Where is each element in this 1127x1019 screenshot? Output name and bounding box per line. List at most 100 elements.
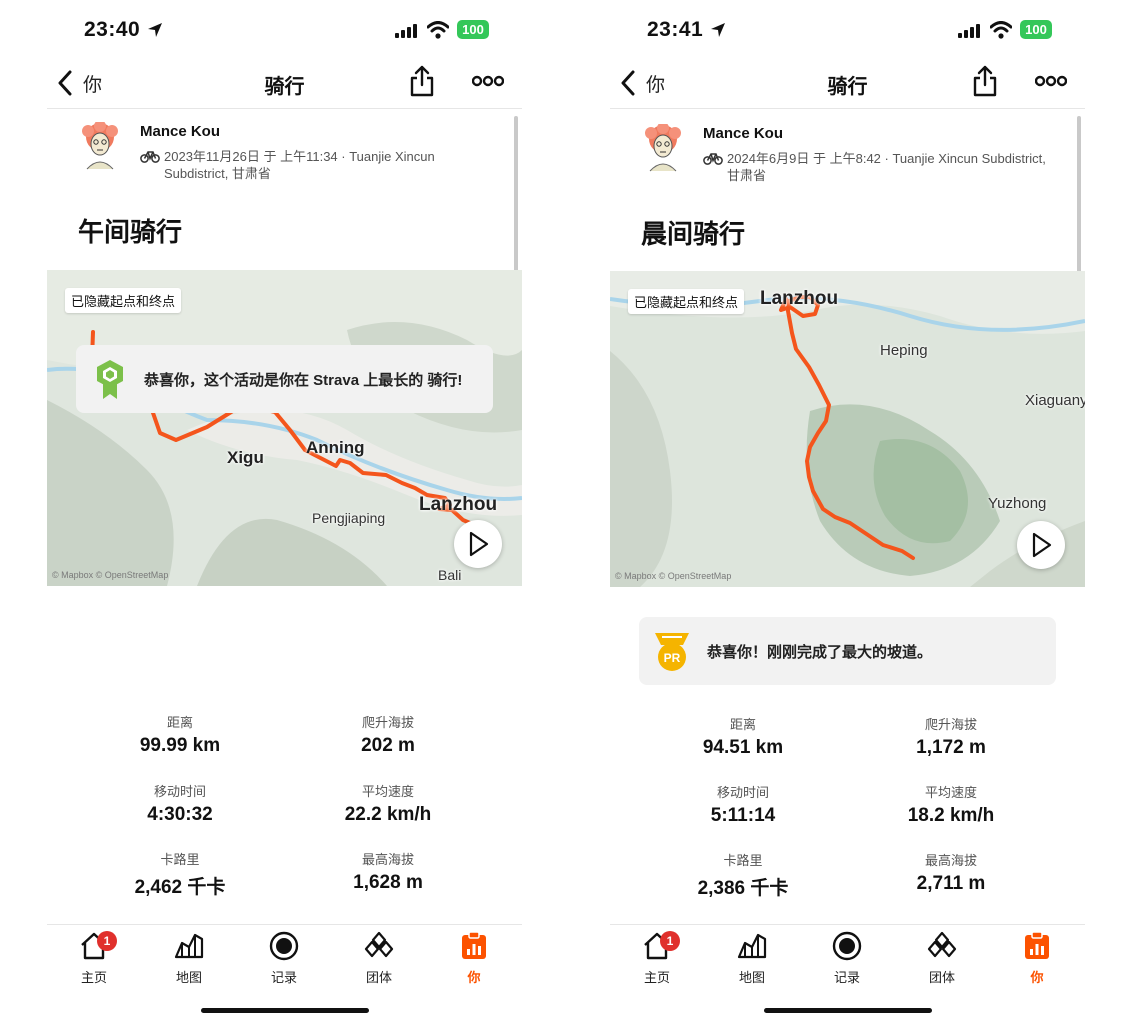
play-flyover-button[interactable]: [454, 520, 502, 568]
map-icon: [737, 933, 767, 959]
stat-max-elevation: 最高海拔 2,711 m: [851, 850, 1051, 895]
map-canvas: [610, 271, 1085, 587]
groups-icon: [364, 931, 394, 958]
tab-label: 主页: [80, 970, 107, 985]
stat-value: 4:30:32: [147, 804, 213, 825]
stat-moving-time: 移动时间 4:30:32: [80, 781, 280, 826]
bicycle-icon: [140, 151, 160, 163]
avatar[interactable]: [642, 124, 684, 172]
record-icon: [269, 931, 299, 961]
achievement-text: 恭喜你，这个活动是你在 Strava 上最长的 骑行!: [144, 372, 463, 389]
page-title: 骑行: [264, 76, 305, 98]
stat-avg-speed: 平均速度 22.2 km/h: [288, 781, 488, 826]
tab-label: 记录: [270, 970, 297, 985]
tab-label: 你: [467, 970, 481, 985]
tab-label: 团体: [928, 970, 955, 985]
cellular-signal-icon: [958, 24, 980, 38]
hidden-start-end-badge: 已隐藏起点和终点: [628, 289, 745, 314]
tab-home[interactable]: 1 主页: [59, 931, 129, 987]
map-label-xiaguanying: Xiaguany: [1025, 392, 1085, 409]
activity-screen-right: 23:41 100 你 骑行 Mance Kou 2024年6月9日 于 上午8…: [610, 0, 1085, 1019]
location-arrow-icon: [148, 23, 162, 37]
stat-label: 爬升海拔: [361, 715, 414, 730]
tab-groups[interactable]: 团体: [344, 931, 414, 987]
more-options-icon[interactable]: [1035, 72, 1067, 90]
stat-label: 距离: [166, 715, 193, 730]
stat-elevation-gain: 爬升海拔 202 m: [288, 712, 488, 757]
tab-label: 记录: [833, 970, 860, 985]
tab-maps[interactable]: 地图: [154, 931, 224, 987]
achievement-text: 恭喜你！刚刚完成了最大的坡道。: [707, 644, 933, 661]
map-attribution[interactable]: © Mapbox © OpenStreetMap: [615, 571, 731, 581]
tab-you[interactable]: 你: [1002, 931, 1072, 987]
stat-value: 99.99 km: [139, 735, 221, 756]
stat-value: 1,628 m: [353, 872, 423, 893]
stat-label: 平均速度: [924, 785, 977, 800]
share-icon[interactable]: [409, 65, 435, 97]
share-icon[interactable]: [972, 65, 998, 97]
nav-bar: 你 骑行: [47, 60, 522, 109]
athlete-name[interactable]: Mance Kou: [140, 123, 220, 140]
map-icon: [174, 933, 204, 959]
tab-bar: 1 主页 地图 记录 团体 你: [47, 924, 522, 995]
activity-title: 午间骑行: [78, 217, 183, 247]
stat-label: 最高海拔: [361, 852, 414, 867]
stat-label: 距离: [729, 717, 756, 732]
play-flyover-button[interactable]: [1017, 521, 1065, 569]
svg-text:PR: PR: [664, 651, 681, 665]
activity-date-location: 2024年6月9日 于 上午8:42 · Tuanjie Xincun Subd…: [727, 151, 1046, 183]
tab-home[interactable]: 1 主页: [622, 931, 692, 987]
status-time: 23:41: [647, 18, 704, 41]
map-label-xigu: Xigu: [227, 448, 264, 467]
notification-badge: 1: [97, 931, 117, 951]
map-label-bali: Bali: [438, 567, 462, 583]
stat-value: 1,172 m: [916, 737, 986, 758]
stat-avg-speed: 平均速度 18.2 km/h: [851, 782, 1051, 827]
you-icon: [462, 931, 486, 959]
play-icon: [469, 531, 489, 557]
route-map[interactable]: 已隐藏起点和终点 Xigu Anning Lanzhou Pengjiaping…: [47, 270, 522, 586]
more-options-icon[interactable]: [472, 72, 504, 90]
status-bar: 23:41 100: [610, 12, 1085, 46]
tab-you[interactable]: 你: [439, 931, 509, 987]
status-bar: 23:40 100: [47, 12, 522, 46]
activity-title: 晨间骑行: [641, 219, 746, 249]
route-map[interactable]: 已隐藏起点和终点 Lanzhou Heping Xiaguany Yuzhong…: [610, 271, 1085, 587]
tab-record[interactable]: 记录: [249, 931, 319, 987]
tab-record[interactable]: 记录: [812, 931, 882, 987]
tab-bar: 1 主页 地图 记录 团体 你: [610, 924, 1085, 995]
play-icon: [1032, 532, 1052, 558]
map-label-lanzhou: Lanzhou: [760, 288, 839, 309]
nav-bar: 你 骑行: [610, 60, 1085, 109]
tab-label: 你: [1030, 970, 1044, 985]
avatar[interactable]: [79, 122, 121, 170]
activity-date-location: 2023年11月26日 于 上午11:34 · Tuanjie Xincun S…: [164, 149, 435, 181]
stat-label: 最高海拔: [924, 853, 977, 868]
stat-value: 18.2 km/h: [907, 805, 995, 826]
tab-label: 团体: [365, 970, 392, 985]
achievement-banner[interactable]: PR 恭喜你！刚刚完成了最大的坡道。: [639, 617, 1056, 685]
home-indicator[interactable]: [764, 1008, 932, 1013]
stat-label: 卡路里: [723, 853, 763, 868]
stat-label: 平均速度: [361, 784, 414, 799]
stat-label: 爬升海拔: [924, 717, 977, 732]
tab-groups[interactable]: 团体: [907, 931, 977, 987]
athlete-name[interactable]: Mance Kou: [703, 125, 783, 142]
athlete-header: Mance Kou 2024年6月9日 于 上午8:42 · Tuanjie X…: [610, 122, 1085, 192]
achievement-banner[interactable]: 恭喜你，这个活动是你在 Strava 上最长的 骑行!: [76, 345, 493, 413]
stat-value: 2,711 m: [916, 873, 986, 894]
map-label-anning: Anning: [306, 438, 365, 457]
hidden-start-end-badge: 已隐藏起点和终点: [65, 288, 182, 313]
location-arrow-icon: [711, 23, 725, 37]
tab-label: 地图: [175, 970, 202, 985]
tab-maps[interactable]: 地图: [717, 931, 787, 987]
status-time: 23:40: [84, 18, 141, 41]
map-label-heping: Heping: [880, 342, 928, 359]
home-indicator[interactable]: [201, 1008, 369, 1013]
map-attribution[interactable]: © Mapbox © OpenStreetMap: [52, 570, 168, 580]
stat-calories: 卡路里 2,462 千卡: [80, 849, 280, 899]
stat-label: 卡路里: [160, 852, 200, 867]
bicycle-icon: [703, 153, 723, 165]
athlete-header: Mance Kou 2023年11月26日 于 上午11:34 · Tuanji…: [47, 120, 522, 190]
stat-elevation-gain: 爬升海拔 1,172 m: [851, 714, 1051, 759]
